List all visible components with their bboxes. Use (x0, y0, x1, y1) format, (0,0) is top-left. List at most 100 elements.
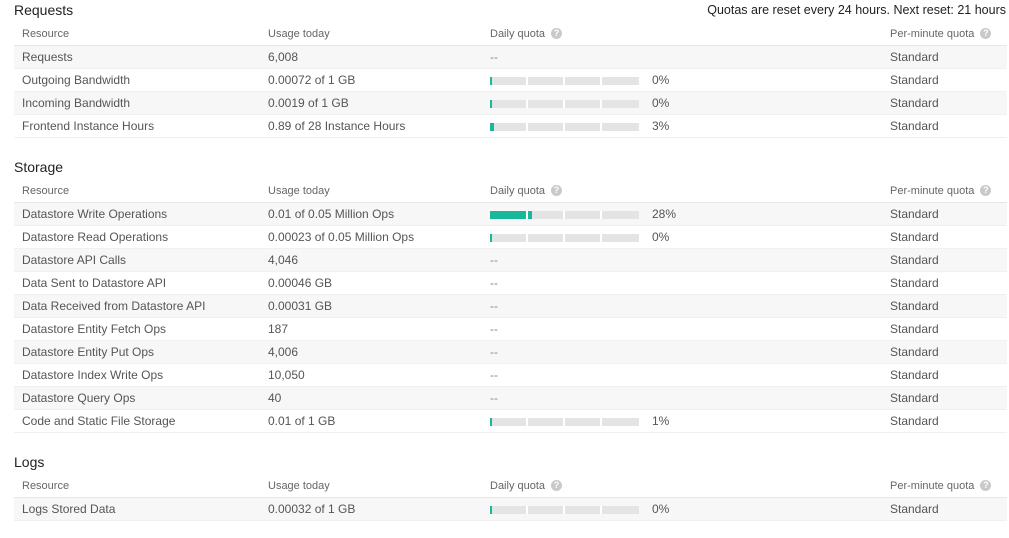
per-minute-value: Standard (890, 253, 939, 267)
quota-progress-bar (490, 123, 639, 131)
per-minute-value: Standard (890, 230, 939, 244)
per-minute-value: Standard (890, 299, 939, 313)
table-header: Resource Usage today Daily quota? Per-minut… (14, 475, 1007, 498)
usage-value: 0.01 of 0.05 Million Ops (268, 207, 395, 221)
table-row: Incoming Bandwidth 0.0019 of 1 GB 0% Standa… (14, 92, 1007, 115)
col-daily-quota-label: Daily quota (490, 480, 546, 492)
col-per-minute-label: Per-minute quota (890, 480, 975, 492)
usage-value: 4,006 (268, 345, 299, 359)
quota-progress-fill (490, 234, 492, 242)
col-usage: Usage today (268, 185, 330, 197)
table-header: Resource Usage today Daily quota? Per-minut… (14, 180, 1007, 203)
help-icon[interactable]: ? (980, 479, 992, 491)
col-daily-quota-label: Daily quota (490, 185, 546, 197)
help-icon[interactable]: ? (551, 479, 563, 491)
per-minute-value: Standard (890, 502, 939, 516)
usage-value: 6,008 (268, 50, 299, 64)
quota-empty: -- (490, 391, 498, 405)
resource-name: Datastore Index Write Ops (22, 368, 164, 382)
quota-empty: -- (490, 299, 498, 313)
col-resource: Resource (22, 28, 70, 40)
quota-progress-fill (490, 77, 492, 85)
resource-name: Datastore Entity Put Ops (22, 345, 155, 359)
usage-value: 0.00032 of 1 GB (268, 502, 356, 516)
per-minute-value: Standard (890, 73, 939, 87)
resource-name: Data Received from Datastore API (22, 299, 206, 313)
quota-percent: 28% (652, 207, 677, 221)
col-usage: Usage today (268, 28, 330, 40)
section-logs: Logs Resource Usage today Daily quota? Per-m… (14, 452, 1007, 521)
quota-progress-bar (490, 506, 639, 514)
table-row: Datastore Write Operations 0.01 of 0.05 M… (14, 203, 1007, 226)
table-row: Datastore Read Operations 0.00023 of 0.05… (14, 226, 1007, 249)
per-minute-value: Standard (890, 119, 939, 133)
quota-percent: 1% (652, 414, 670, 428)
quota-progress-fill (490, 506, 492, 514)
per-minute-value: Standard (890, 391, 939, 405)
quota-percent: 0% (652, 502, 670, 516)
col-usage: Usage today (268, 480, 330, 492)
quota-percent: 0% (652, 96, 670, 110)
col-per-minute-quota: Per-minute quota? (890, 23, 992, 46)
resource-name: Datastore Read Operations (22, 230, 169, 244)
table-row: Datastore Entity Fetch Ops 187 -- Standard (14, 318, 1007, 341)
resource-name: Datastore Query Ops (22, 391, 136, 405)
per-minute-value: Standard (890, 50, 939, 64)
quota-progress-bar (490, 77, 639, 85)
usage-value: 0.01 of 1 GB (268, 414, 336, 428)
table-row: Datastore Index Write Ops 10,050 -- Standar… (14, 364, 1007, 387)
section-title: Logs (14, 454, 45, 470)
help-icon[interactable]: ? (980, 27, 992, 39)
quota-progress-bar (490, 418, 639, 426)
usage-value: 0.00072 of 1 GB (268, 73, 356, 87)
per-minute-value: Standard (890, 96, 939, 110)
section-storage: Storage Resource Usage today Daily quota? Pe… (14, 157, 1007, 433)
col-daily-quota: Daily quota? (490, 180, 563, 203)
resource-name: Outgoing Bandwidth (22, 73, 131, 87)
resource-name: Logs Stored Data (22, 502, 116, 516)
quota-progress-bar (490, 234, 639, 242)
table-row: Datastore API Calls 4,046 -- Standard (14, 249, 1007, 272)
section-title: Storage (14, 159, 64, 175)
col-daily-quota: Daily quota? (490, 475, 563, 498)
quota-empty: -- (490, 50, 498, 64)
usage-value: 10,050 (268, 368, 305, 382)
quota-empty: -- (490, 322, 498, 336)
table-row: Datastore Query Ops 40 -- Standard (14, 387, 1007, 410)
resource-name: Code and Static File Storage (22, 414, 176, 428)
per-minute-value: Standard (890, 322, 939, 336)
usage-value: 187 (268, 322, 289, 336)
help-icon[interactable]: ? (551, 184, 563, 196)
help-icon[interactable]: ? (980, 184, 992, 196)
quota-progress-fill (490, 123, 494, 131)
quota-percent: 0% (652, 73, 670, 87)
table-row: Outgoing Bandwidth 0.00072 of 1 GB 0% Stand… (14, 69, 1007, 92)
resource-name: Frontend Instance Hours (22, 119, 155, 133)
col-per-minute-quota: Per-minute quota? (890, 180, 992, 203)
table-header: Resource Usage today Daily quota? Per-minut… (14, 23, 1007, 46)
quota-progress-bar (490, 100, 639, 108)
help-icon[interactable]: ? (551, 27, 563, 39)
resource-name: Requests (22, 50, 73, 64)
table-row: Logs Stored Data 0.00032 of 1 GB 0% Standar… (14, 498, 1007, 521)
per-minute-value: Standard (890, 207, 939, 221)
resource-name: Incoming Bandwidth (22, 96, 131, 110)
section-title: Requests (14, 2, 74, 18)
resource-name: Data Sent to Datastore API (22, 276, 167, 290)
usage-value: 4,046 (268, 253, 299, 267)
table-row: Data Sent to Datastore API 0.00046 GB -- St… (14, 272, 1007, 295)
table-row: Datastore Entity Put Ops 4,006 -- Standard (14, 341, 1007, 364)
usage-value: 40 (268, 391, 282, 405)
table-row: Code and Static File Storage 0.01 of 1 GB… (14, 410, 1007, 433)
col-daily-quota: Daily quota? (490, 23, 563, 46)
per-minute-value: Standard (890, 345, 939, 359)
quota-percent: 3% (652, 119, 670, 133)
resource-name: Datastore Entity Fetch Ops (22, 322, 167, 336)
resource-name: Datastore Write Operations (22, 207, 168, 221)
usage-value: 0.00046 GB (268, 276, 333, 290)
col-per-minute-label: Per-minute quota (890, 185, 975, 197)
per-minute-value: Standard (890, 276, 939, 290)
quota-progress-fill (490, 100, 492, 108)
per-minute-value: Standard (890, 414, 939, 428)
quota-empty: -- (490, 276, 498, 290)
